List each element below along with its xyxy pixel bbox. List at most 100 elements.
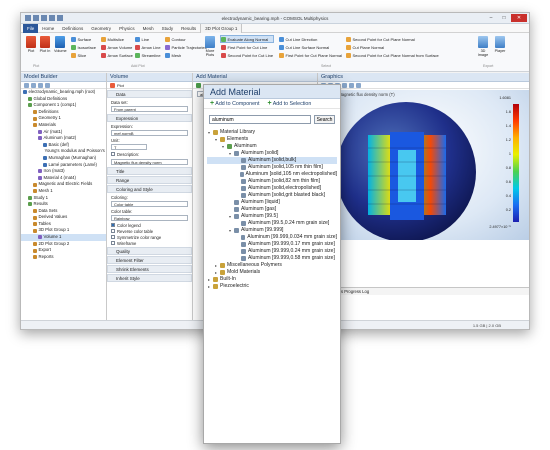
model-tree-item[interactable]: Magnetic and Electric Fields — [21, 181, 106, 188]
section-element-filter[interactable]: Element Filter — [107, 256, 192, 264]
model-tree-item[interactable]: Lamé parameters (Lamé) — [21, 162, 106, 169]
material-tree-item[interactable]: ▾ Aluminum [99.999] — [207, 227, 337, 234]
evaluate-along-normal-button[interactable]: Evaluate Along Normal — [219, 35, 275, 43]
isosurface-button[interactable]: Isosurface — [71, 44, 96, 50]
model-tree-item[interactable]: 3D Plot Group 1 — [21, 227, 106, 234]
color-table-select[interactable]: Rainbow — [111, 215, 188, 221]
material-tree-item[interactable]: ▸ Piezoelectric — [207, 283, 337, 290]
material-tree-item[interactable]: ▾ Aluminum [99.5] — [207, 213, 337, 220]
volume-button[interactable]: Volume — [54, 36, 67, 53]
material-tree-item[interactable]: ▸ Built-In — [207, 276, 337, 283]
forward-icon[interactable] — [31, 82, 36, 88]
material-tree-item[interactable]: Aluminum [solid,105 nm electropolished] — [207, 171, 337, 178]
add-to-selection-button[interactable]: + Add to Selection — [267, 100, 311, 107]
surface-button[interactable]: Surface — [71, 36, 96, 42]
material-tree-item[interactable]: Aluminum [99.999,0.17 mm grain size] — [207, 241, 337, 248]
section-data[interactable]: Data — [107, 90, 192, 98]
material-search-input[interactable] — [209, 115, 311, 124]
model-tree-item[interactable]: Basic (def) — [21, 142, 106, 149]
search-button[interactable]: Search — [314, 115, 335, 124]
plot-in-button[interactable]: Plot In — [39, 36, 51, 53]
material-tree-item[interactable]: ▸ Miscellaneous Polymers — [207, 262, 337, 269]
model-tree-item[interactable]: Mesh 1 — [21, 188, 106, 195]
model-tree-item[interactable]: Air (mat1) — [21, 129, 106, 136]
first-point-cut-plane-normal-button[interactable]: First Point for Cut Plane Normal — [279, 52, 342, 58]
model-tree-item[interactable]: Tables — [21, 221, 106, 228]
contour-button[interactable]: Contour — [165, 36, 207, 42]
graphics-canvas[interactable]: Volume: Magnetic flux density norm (T) 1… — [318, 90, 529, 240]
model-tree-item[interactable]: Murnaghan (Murnaghan) — [21, 155, 106, 162]
expand-toggle-icon[interactable]: ▾ — [228, 150, 232, 157]
model-tree-item[interactable]: 2D Plot Group 2 — [21, 241, 106, 248]
tab-file[interactable]: File — [23, 23, 39, 33]
model-tree-item[interactable]: Data Sets — [21, 208, 106, 215]
description-input[interactable]: Magnetic flux density norm — [111, 159, 188, 165]
maximize-button[interactable]: □ — [498, 14, 510, 22]
section-title[interactable]: Title — [107, 167, 192, 175]
tab-study[interactable]: Study — [158, 24, 178, 33]
add-icon[interactable] — [196, 82, 201, 88]
model-tree-item[interactable]: Material 4 (mat4) — [21, 175, 106, 182]
expand-toggle-icon[interactable]: ▸ — [207, 283, 211, 290]
second-point-cut-plane-normal-button[interactable]: Second Point for Cut Plane Normal — [346, 36, 439, 42]
model-tree-item[interactable]: Derived Values — [21, 214, 106, 221]
data-set-select[interactable]: From parent — [111, 106, 188, 112]
cut-plane-normal-button[interactable]: Cut Plane Normal — [346, 44, 439, 50]
model-tree-item[interactable]: electrodynamic_bearing.mph (root) — [21, 89, 106, 96]
close-button[interactable]: ✕ — [511, 14, 527, 22]
material-item-selected[interactable]: Aluminum [solid,bulk] — [207, 157, 337, 164]
wireframe-checkbox[interactable]: Wireframe — [107, 240, 192, 246]
model-tree-item[interactable]: Global Definitions — [21, 96, 106, 103]
tab-3d-plot-group[interactable]: 3D Plot Group 1 — [200, 23, 243, 33]
material-tree-item[interactable]: Aluminum [99.999,0.58 mm grain size] — [207, 255, 337, 262]
second-point-cut-line-button[interactable]: Second Point for Cut Line — [221, 52, 273, 58]
arrow-surface-button[interactable]: Arrow Surface — [101, 52, 133, 58]
material-tree-item[interactable]: Aluminum [solid,electropolished] — [207, 185, 337, 192]
print-icon[interactable] — [356, 82, 361, 88]
material-tree-item[interactable]: Aluminum [gas] — [207, 206, 337, 213]
first-point-cut-line-button[interactable]: First Point for Cut Line — [221, 44, 273, 50]
expand-toggle-icon[interactable]: ▸ — [214, 262, 218, 269]
section-inherit-style[interactable]: Inherit Style — [107, 274, 192, 282]
model-tree-item[interactable]: Iron (mat3) — [21, 168, 106, 175]
model-tree-item[interactable]: Component 1 (comp1) — [21, 102, 106, 109]
section-range[interactable]: Range — [107, 176, 192, 184]
material-tree-item[interactable]: Aluminum [99.999,0.24 mm grain size] — [207, 248, 337, 255]
tab-physics[interactable]: Physics — [115, 24, 139, 33]
material-tree-item[interactable]: ▾ Material Library — [207, 129, 337, 136]
tab-results[interactable]: Results — [177, 24, 200, 33]
tab-definitions[interactable]: Definitions — [58, 24, 87, 33]
expand-toggle-icon[interactable]: ▾ — [228, 227, 232, 234]
more-plots-button[interactable]: More Plots — [202, 36, 218, 57]
expand-icon[interactable] — [45, 82, 50, 88]
particle-trajectories-button[interactable]: Particle Trajectories — [165, 44, 207, 50]
model-tree-item[interactable]: Aluminum (mat2) — [21, 135, 106, 142]
collapse-icon[interactable] — [38, 82, 43, 88]
section-coloring[interactable]: Coloring and Style — [107, 185, 192, 193]
expand-toggle-icon[interactable]: ▾ — [207, 129, 211, 136]
slice-button[interactable]: Slice — [71, 52, 96, 58]
line-button[interactable]: Line — [135, 36, 161, 42]
unit-select[interactable]: T — [111, 144, 147, 150]
plot-icon[interactable] — [110, 82, 115, 88]
model-tree-item[interactable]: Young's modulus and Poisson's ratio — [21, 148, 107, 155]
model-tree-item[interactable]: Study 1 — [21, 195, 106, 202]
plot-button[interactable]: Plot — [25, 36, 37, 53]
expand-toggle-icon[interactable]: ▸ — [214, 269, 218, 276]
model-tree-item[interactable]: Definitions — [21, 109, 106, 116]
section-quality[interactable]: Quality — [107, 247, 192, 255]
material-tree-item[interactable]: Aluminum [solid,105 nm thin film] — [207, 164, 337, 171]
expand-toggle-icon[interactable]: ▾ — [221, 143, 225, 150]
expand-toggle-icon[interactable]: ▸ — [207, 276, 211, 283]
arrow-volume-button[interactable]: Arrow Volume — [101, 44, 133, 50]
material-tree-item[interactable]: Aluminum [liquid] — [207, 199, 337, 206]
message-tabs[interactable]: Messages Progress Log — [318, 287, 529, 295]
add-to-component-button[interactable]: + Add to Component — [210, 100, 259, 107]
material-tree-item[interactable]: ▾ Elements — [207, 136, 337, 143]
material-tree-item[interactable]: Aluminum [solid,grit blasted black] — [207, 192, 337, 199]
coloring-select[interactable]: Color table — [111, 201, 188, 207]
player-button[interactable]: Player — [493, 36, 507, 53]
model-tree-item[interactable]: Results — [21, 201, 106, 208]
expression-input[interactable]: mef.normB — [111, 130, 188, 136]
arrow-line-button[interactable]: Arrow Line — [135, 44, 161, 50]
